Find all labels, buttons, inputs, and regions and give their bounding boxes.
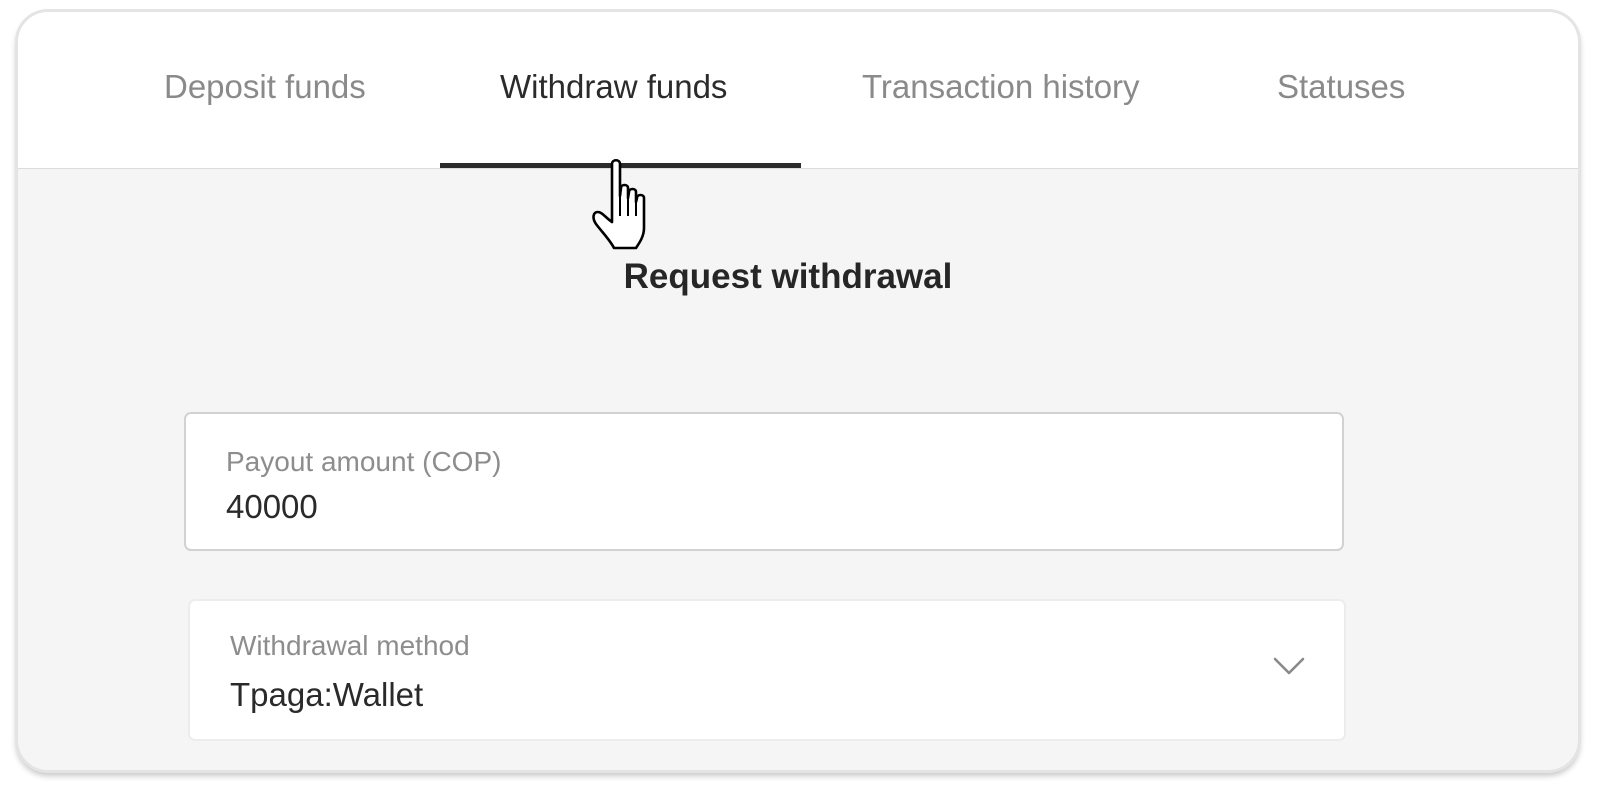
payout-amount-field[interactable]: Payout amount (COP) 40000: [184, 412, 1344, 551]
page-title: Request withdrawal: [623, 257, 953, 296]
withdrawal-method-label: Withdrawal method: [230, 630, 470, 661]
withdrawal-method-value: Tpaga:Wallet: [230, 676, 424, 713]
hand-pointer-icon: [592, 158, 646, 250]
payout-amount-label: Payout amount (COP): [226, 446, 502, 477]
tab-statuses[interactable]: Statuses: [1277, 68, 1405, 106]
chevron-down-icon[interactable]: [1270, 647, 1308, 685]
tab-deposit-funds[interactable]: Deposit funds: [164, 68, 366, 106]
tab-bar: Deposit funds Withdraw funds Transaction…: [18, 12, 1578, 169]
withdrawal-method-select[interactable]: Withdrawal method Tpaga:Wallet: [188, 599, 1346, 741]
tab-transaction-history[interactable]: Transaction history: [862, 68, 1140, 106]
payments-card: Deposit funds Withdraw funds Transaction…: [18, 12, 1578, 770]
tab-withdraw-funds[interactable]: Withdraw funds: [500, 68, 727, 106]
payout-amount-value[interactable]: 40000: [226, 488, 318, 526]
